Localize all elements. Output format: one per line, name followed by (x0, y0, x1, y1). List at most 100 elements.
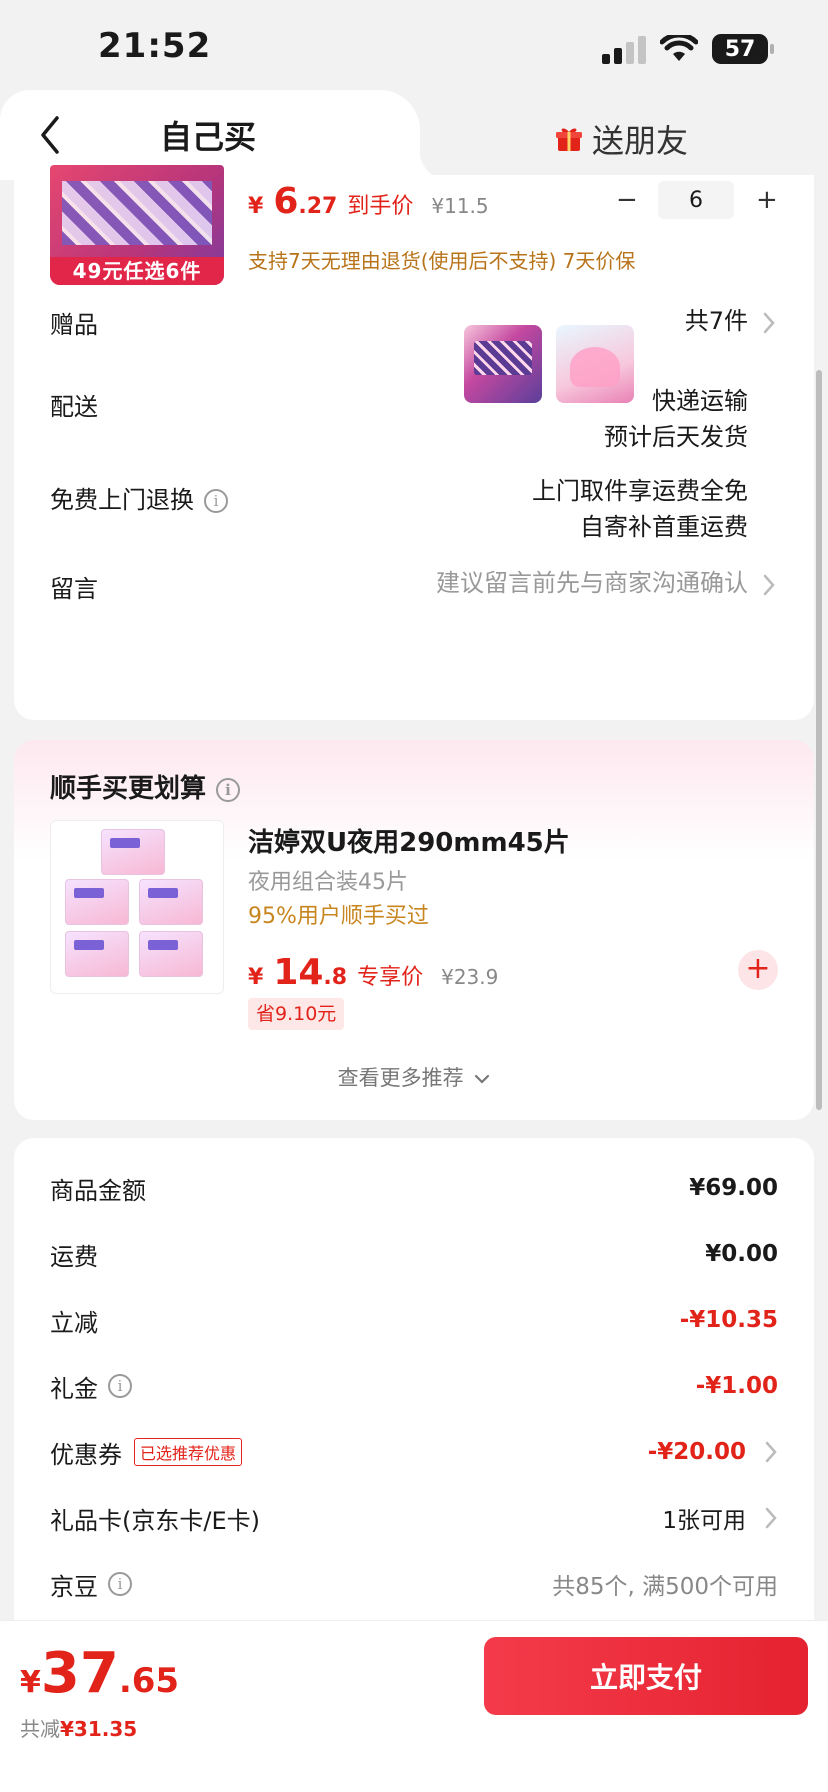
chevron-right-icon[interactable] (762, 573, 776, 597)
gift-count[interactable]: 共7件 (685, 303, 748, 339)
price-tag: 专享价 (357, 965, 424, 990)
total-reduction: 共减¥31.35 (20, 1713, 137, 1742)
product-image[interactable]: 49元任选6件 (50, 165, 224, 285)
coupon-label: 优惠券 (50, 1440, 122, 1469)
reco-title-text: 顺手买更划算 (50, 774, 207, 804)
info-icon[interactable]: i (108, 1572, 132, 1596)
delivery-info: 快递运输 预计后天发货 (604, 383, 748, 455)
savings-badge: 省9.10元 (248, 998, 345, 1030)
reco-product-spec: 夜用组合装45片 (248, 870, 408, 895)
reduce-value: ¥31.35 (60, 1717, 138, 1741)
see-more-label: 查看更多推荐 (337, 1066, 464, 1090)
original-price: ¥11.5 (431, 194, 489, 218)
checkout-bar: ¥ 37 .65 共减¥31.35 立即支付 (0, 1620, 828, 1792)
service-info: 支持7天无理由退货(使用后不支持) 7天价保 (248, 249, 636, 273)
message-label: 留言 (50, 575, 98, 603)
signal-icon (602, 34, 646, 64)
price-integer: 14 (273, 952, 324, 993)
coupon-badge: 已选推荐优惠 (134, 1438, 243, 1466)
coupon-label-wrap: 优惠券 已选推荐优惠 (50, 1435, 243, 1470)
reco-social-proof: 95%用户顺手买过 (248, 904, 429, 929)
goods-value: ¥69.00 (689, 1175, 778, 1201)
reco-product-name[interactable]: 洁婷双U夜用290mm45片 (248, 822, 570, 859)
price-decimal: .27 (298, 194, 338, 219)
coupon-value: -¥20.00 (647, 1439, 746, 1465)
chevron-down-icon (475, 1074, 490, 1084)
price-decimal: .8 (323, 965, 348, 990)
status-icons: 57 (602, 32, 774, 66)
currency-symbol: ¥ (248, 194, 264, 219)
gift-label: 赠品 (50, 311, 98, 339)
chevron-right-icon[interactable] (764, 1506, 778, 1530)
summary-row-shipping: 运费 ¥0.00 (50, 1234, 778, 1274)
back-button[interactable] (30, 112, 70, 158)
summary-row-coupon[interactable]: 优惠券 已选推荐优惠 -¥20.00 (50, 1432, 778, 1472)
total-decimal: .65 (118, 1661, 180, 1701)
reco-title: 顺手买更划算 i (50, 768, 241, 805)
quantity-input[interactable]: 6 (658, 181, 734, 219)
delivery-label: 配送 (50, 393, 98, 421)
see-more-link[interactable]: 查看更多推荐 (14, 1062, 814, 1092)
return-label: 免费上门退换 i (50, 480, 228, 515)
cash-label-wrap: 礼金 i (50, 1369, 132, 1404)
summary-row-giftcard[interactable]: 礼品卡(京东卡/E卡) 1张可用 (50, 1498, 778, 1538)
price-tag: 到手价 (347, 194, 414, 219)
price-integer: 6 (273, 181, 299, 222)
summary-row-cash: 礼金 i -¥1.00 (50, 1366, 778, 1406)
reco-product-image[interactable] (50, 820, 224, 994)
giftcard-value: 1张可用 (662, 1508, 746, 1534)
discount-value: -¥10.35 (679, 1307, 778, 1333)
reco-price: ¥ 14 .8 专享价 ¥23.9 (248, 952, 498, 993)
decrease-button[interactable]: − (616, 185, 638, 215)
status-bar: 21:52 57 (0, 0, 828, 100)
info-icon[interactable]: i (216, 777, 241, 802)
delivery-method: 快递运输 (652, 387, 748, 415)
quantity-stepper: − 6 + (616, 181, 778, 219)
return-line-2: 自寄补首重运费 (580, 513, 748, 541)
battery-icon: 57 (712, 34, 774, 64)
chevron-right-icon[interactable] (764, 1440, 778, 1464)
shipping-value: ¥0.00 (705, 1241, 778, 1267)
original-price: ¥23.9 (441, 965, 499, 989)
info-icon[interactable]: i (204, 489, 228, 513)
add-to-order-button[interactable]: + (738, 950, 778, 990)
shipping-label: 运费 (50, 1242, 98, 1271)
discount-label: 立减 (50, 1308, 98, 1337)
status-time: 21:52 (98, 26, 212, 66)
order-card: 49元任选6件 ¥ 6 .27 到手价 ¥11.5 − 6 + 支持7天无理由退… (14, 165, 814, 720)
increase-button[interactable]: + (756, 185, 778, 215)
message-input[interactable]: 建议留言前先与商家沟通确认 (436, 565, 748, 601)
currency-symbol: ¥ (248, 965, 264, 990)
currency-symbol: ¥ (20, 1665, 41, 1700)
product-price: ¥ 6 .27 到手价 ¥11.5 (248, 181, 489, 222)
return-info: 上门取件享运费全免 自寄补首重运费 (532, 473, 748, 545)
delivery-eta: 预计后天发货 (604, 423, 748, 451)
beans-value: 共85个, 满500个可用 (552, 1574, 778, 1600)
beans-label-wrap: 京豆 i (50, 1567, 132, 1602)
giftcard-label: 礼品卡(京东卡/E卡) (50, 1506, 260, 1535)
chevron-left-icon (41, 116, 59, 154)
goods-label: 商品金额 (50, 1176, 146, 1205)
scrollbar[interactable] (816, 370, 822, 1110)
return-label-text: 免费上门退换 (50, 486, 194, 514)
cash-value: -¥1.00 (695, 1373, 778, 1399)
beans-label: 京豆 (50, 1572, 98, 1601)
total-price: ¥ 37 .65 (20, 1641, 179, 1706)
tab-self-label: 自己买 (160, 118, 257, 156)
total-integer: 37 (40, 1641, 119, 1706)
reduce-label: 共减 (20, 1717, 60, 1741)
chevron-right-icon[interactable] (762, 311, 776, 335)
product-promo-label: 49元任选6件 (50, 257, 224, 285)
summary-row-beans: 京豆 i 共85个, 满500个可用 (50, 1564, 778, 1604)
info-icon[interactable]: i (108, 1374, 132, 1398)
tab-gift[interactable]: 送朋友 (556, 116, 688, 162)
wifi-icon (660, 35, 698, 61)
pay-now-button[interactable]: 立即支付 (484, 1637, 808, 1715)
gift-image-1[interactable] (464, 325, 542, 403)
summary-row-discount: 立减 -¥10.35 (50, 1300, 778, 1340)
summary-row-goods: 商品金额 ¥69.00 (50, 1168, 778, 1208)
recommendation-card: 顺手买更划算 i 洁婷双U夜用290mm45片 夜用组合装45片 95%用户顺手买… (14, 740, 814, 1120)
tab-gift-label: 送朋友 (592, 122, 689, 160)
cash-label: 礼金 (50, 1374, 98, 1403)
gift-icon (556, 128, 582, 151)
